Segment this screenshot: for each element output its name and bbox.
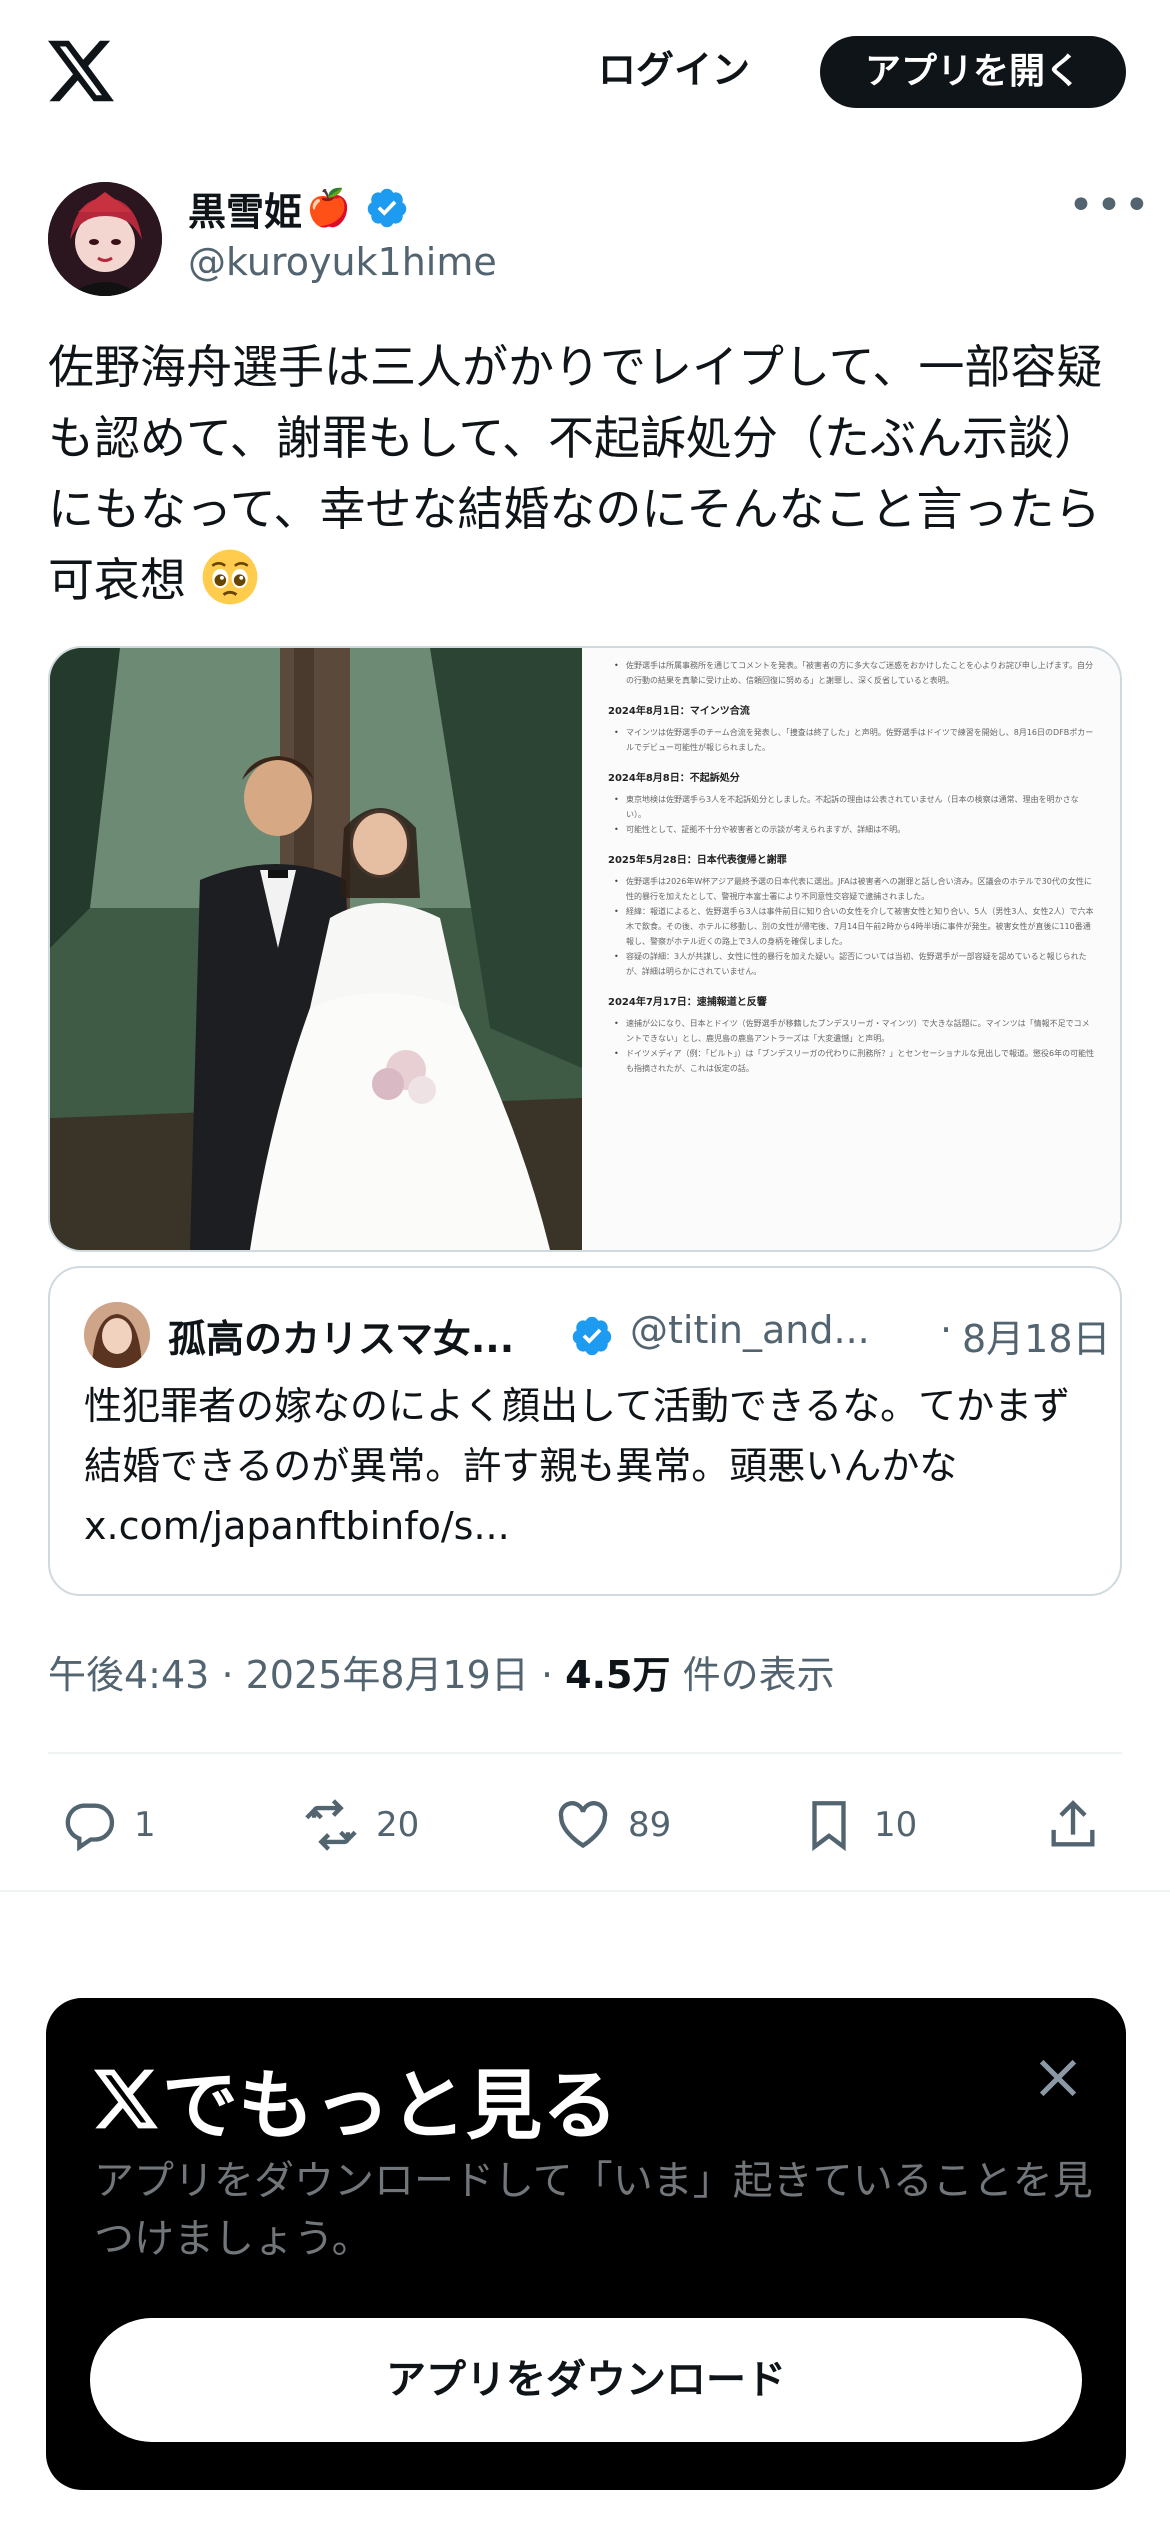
bookmark-count: 10 — [874, 1805, 918, 1845]
author-avatar[interactable] — [48, 182, 162, 296]
tweet-time[interactable]: 午後4:43 — [48, 1653, 209, 1697]
reply-icon — [65, 1803, 115, 1852]
promo-title-text: でもっと見る — [162, 2061, 618, 2150]
like-count: 89 — [628, 1805, 672, 1845]
heart-icon — [558, 1801, 608, 1849]
close-icon[interactable] — [1030, 2050, 1086, 2106]
doc-bullet: マインツは佐野選手のチーム合流を発表し、「捜査は終了した」と声明。佐野選手はドイ… — [614, 725, 1096, 755]
retweet-count: 20 — [376, 1805, 420, 1845]
tweet-text: 佐野海舟選手は三人がかりでレイプして、一部容疑も認めて、謝罪もして、不起訴処分（… — [48, 332, 1128, 616]
promo-subtitle: アプリをダウンロードして「いま」起きていることを見つけましょう。 — [94, 2158, 1093, 2262]
quote-link[interactable]: x.com/japanftbinfo/s... — [84, 1504, 510, 1548]
x-logo-icon[interactable] — [48, 40, 114, 102]
action-bar: 1 20 89 10 — [0, 1790, 1170, 1860]
wedding-photo[interactable] — [50, 648, 582, 1250]
quote-author-name[interactable]: 孤高のカリスマ女... — [168, 1308, 514, 1363]
doc-heading: 2024年7月17日：速捕報道と反響 — [608, 997, 767, 1008]
like-button[interactable]: 89 — [554, 1790, 671, 1860]
doc-bullet: 佐野選手は2026年W杯アジア最終予選の日本代表に選出。JFAは被害者への謝罪と… — [614, 874, 1096, 904]
bookmark-icon — [812, 1801, 846, 1852]
meta-separator: · — [540, 1653, 554, 1697]
doc-heading: 2024年8月1日：マインツ合流 — [608, 706, 750, 717]
quote-author-avatar[interactable] — [84, 1302, 150, 1368]
doc-heading: 2025年5月28日：日本代表復帰と謝罪 — [608, 855, 787, 866]
doc-bullet: 容疑の詳細：3人が共謀し、女性に性的暴行を加えた疑い。認否については当初、佐野選… — [614, 949, 1096, 979]
doc-bullet: 可能性として、証拠不十分や被害者との示談が考えられますが、詳細は不明。 — [614, 822, 1096, 837]
x-logo-icon — [94, 2069, 158, 2129]
author-handle[interactable]: @kuroyuk1hime — [188, 240, 497, 284]
tweet-date[interactable]: 2025年8月19日 — [246, 1653, 529, 1697]
quote-avatar-image — [84, 1302, 150, 1368]
quote-text-body: 性犯罪者の嫁なのによく顔出して活動できるな。てかまず結婚できるのが異常。許す親も… — [84, 1384, 1071, 1488]
meta-separator: · — [221, 1653, 234, 1697]
download-app-button[interactable]: アプリをダウンロード — [90, 2318, 1082, 2442]
divider — [0, 1890, 1170, 1892]
author-name[interactable]: 黒雪姫 — [188, 181, 302, 236]
tweet-media[interactable]: 佐野選手は所属事務所を通じてコメントを発表。「被害者の方に多大なご迷惑をおかけし… — [48, 646, 1122, 1252]
avatar-illustration — [48, 182, 162, 296]
bookmark-button[interactable]: 10 — [800, 1790, 917, 1860]
tweet-meta: 午後4:43 · 2025年8月19日 · 4.5万 件の表示 — [48, 1644, 835, 1699]
quote-verified-badge-icon — [572, 1316, 612, 1356]
doc-bullet: 東京地検は佐野選手ら3人を不起訴処分としました。不起訴の理由は公表されていません… — [614, 792, 1096, 822]
doc-bullet: ドイツメディア（例：「ビルト」）は「ブンデスリーガの代わりに刑務所？」とセンセー… — [614, 1046, 1096, 1076]
quote-text: 性犯罪者の嫁なのによく顔出して活動できるな。てかまず結婚できるのが異常。許す親も… — [84, 1376, 1084, 1556]
retweet-icon — [305, 1799, 357, 1851]
promo-title: でもっと見る — [94, 2044, 618, 2154]
reply-button[interactable]: 1 — [60, 1790, 156, 1860]
quote-tweet[interactable]: 孤高のカリスマ女... @titin_and... · 8月18日 性犯罪者の嫁… — [48, 1266, 1122, 1596]
author-name-row[interactable]: 黒雪姫 🍎 — [188, 180, 409, 236]
quote-author-handle[interactable]: @titin_and... — [630, 1308, 870, 1352]
apple-emoji: 🍎 — [306, 188, 351, 229]
quote-separator: · — [940, 1308, 953, 1352]
verified-badge-icon — [367, 188, 407, 228]
top-bar: ログイン アプリを開く — [0, 0, 1170, 150]
doc-bullet: 佐野選手は所属事務所を通じてコメントを発表。「被害者の方に多大なご迷惑をおかけし… — [614, 658, 1096, 688]
doc-bullet: 経緯：報道によると、佐野選手ら3人は事件前日に知り合いの女性を介して被害女性と知… — [614, 904, 1096, 949]
reply-count: 1 — [134, 1805, 156, 1845]
doc-bullet: 速捕が公になり、日本とドイツ（佐野選手が移籍したブンデスリーガ・マインツ）で大き… — [614, 1016, 1096, 1046]
share-button[interactable] — [1044, 1790, 1102, 1860]
share-icon — [1051, 1800, 1095, 1847]
views-label: 件の表示 — [682, 1653, 835, 1697]
pleading-face-emoji-icon — [202, 549, 258, 605]
login-link[interactable]: ログイン — [598, 42, 750, 98]
document-screenshot[interactable]: 佐野選手は所属事務所を通じてコメントを発表。「被害者の方に多大なご迷惑をおかけし… — [582, 648, 1120, 1250]
more-options-icon[interactable]: ••• — [1068, 184, 1150, 228]
doc-heading: 2024年8月8日：不起訴処分 — [608, 773, 740, 784]
app-promo-card: でもっと見る アプリをダウンロードして「いま」起きていることを見つけましょう。 … — [46, 1998, 1126, 2490]
views-count: 4.5万 — [565, 1653, 671, 1697]
quote-date[interactable]: 8月18日 — [962, 1308, 1111, 1363]
open-app-button[interactable]: アプリを開く — [820, 36, 1126, 108]
retweet-button[interactable]: 20 — [302, 1790, 419, 1860]
divider — [48, 1752, 1122, 1754]
